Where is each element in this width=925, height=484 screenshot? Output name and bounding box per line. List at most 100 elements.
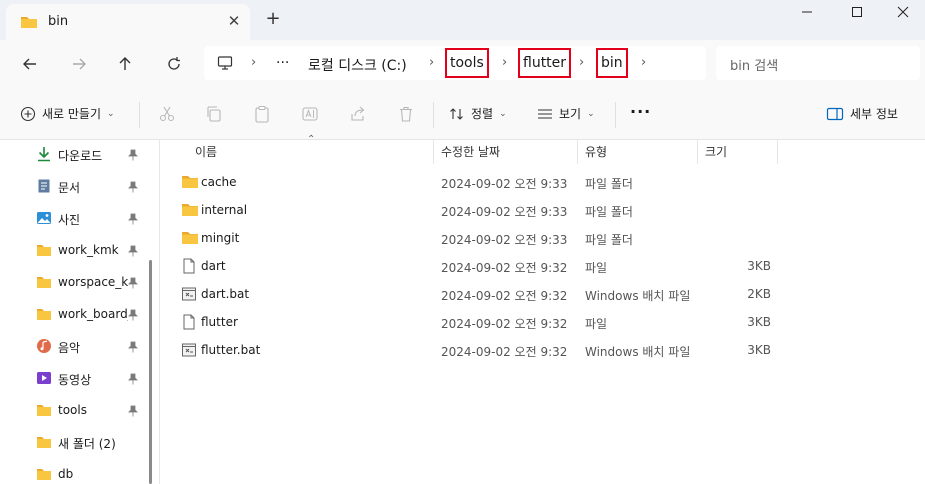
- file-name: flutter: [201, 315, 238, 329]
- breadcrumb-overflow[interactable]: ···: [276, 55, 289, 71]
- table-row[interactable]: mingit 2024-09-02 오전 9:33 파일 폴더: [161, 224, 925, 252]
- new-tab-button[interactable]: +: [262, 8, 284, 30]
- folder-icon: [37, 405, 51, 416]
- table-row[interactable]: flutter 2024-09-02 오전 9:32 파일 3KB: [161, 308, 925, 336]
- arrow-left-icon: [23, 58, 36, 70]
- file-type: 파일: [585, 261, 608, 275]
- column-header-size[interactable]: 크기: [705, 143, 727, 160]
- pin-icon[interactable]: [128, 213, 138, 225]
- column-divider[interactable]: [697, 140, 698, 164]
- breadcrumb-separator[interactable]: ›: [502, 55, 507, 70]
- more-options-button[interactable]: ···: [630, 102, 651, 121]
- tab-close-icon[interactable]: ✕: [224, 11, 244, 31]
- minimize-button[interactable]: [784, 0, 830, 24]
- pin-icon[interactable]: [128, 341, 138, 353]
- share-button[interactable]: [347, 103, 369, 125]
- sidebar-item-tools[interactable]: tools: [0, 396, 148, 424]
- folder-icon: [21, 17, 37, 28]
- chevron-down-icon: ⌄: [107, 108, 115, 119]
- file-type: 파일: [585, 317, 608, 331]
- breadcrumb-bin[interactable]: bin: [596, 48, 628, 78]
- table-row[interactable]: dart.bat 2024-09-02 오전 9:32 Windows 배치 파…: [161, 280, 925, 308]
- table-row[interactable]: dart 2024-09-02 오전 9:32 파일 3KB: [161, 252, 925, 280]
- paste-button[interactable]: [251, 103, 273, 125]
- breadcrumb-local-disk[interactable]: 로컬 디스크 (C:): [308, 55, 407, 75]
- breadcrumb-flutter[interactable]: flutter: [518, 48, 572, 78]
- music-icon: [37, 339, 51, 353]
- forward-button[interactable]: [67, 52, 91, 76]
- clipboard-icon: [255, 105, 269, 123]
- tab-bin[interactable]: bin ✕: [6, 4, 250, 40]
- column-divider[interactable]: [433, 140, 434, 164]
- pin-icon[interactable]: [128, 149, 138, 161]
- up-button[interactable]: [113, 52, 137, 76]
- cut-button[interactable]: [156, 103, 178, 125]
- breadcrumb-separator[interactable]: ›: [429, 55, 434, 70]
- column-divider[interactable]: [577, 140, 578, 164]
- sidebar-item-videos[interactable]: 동영상: [0, 364, 148, 392]
- sidebar-item-work-kmk[interactable]: work_kmk: [0, 236, 148, 264]
- breadcrumb-tools[interactable]: tools: [445, 48, 489, 78]
- pin-icon[interactable]: [128, 309, 138, 321]
- back-button[interactable]: [18, 52, 42, 76]
- rename-icon: [302, 107, 318, 121]
- pin-icon[interactable]: [128, 277, 138, 289]
- pin-icon[interactable]: [128, 373, 138, 385]
- file-modified: 2024-09-02 오전 9:33: [441, 205, 568, 219]
- sidebar-item-db[interactable]: db: [0, 460, 148, 484]
- file-icon: [183, 314, 195, 330]
- maximize-button[interactable]: [834, 0, 880, 24]
- close-window-button[interactable]: [880, 0, 925, 24]
- new-button[interactable]: 새로 만들기 ⌄: [20, 105, 115, 122]
- search-input[interactable]: bin 검색: [716, 46, 920, 80]
- sort-ascending-icon: ⌃: [307, 134, 316, 145]
- batch-file-icon: [182, 287, 196, 301]
- sidebar-item-work-board[interactable]: work_board_: [0, 300, 148, 328]
- share-icon: [351, 106, 365, 121]
- sidebar-item-new-folder-2[interactable]: 새 폴더 (2): [0, 428, 148, 456]
- rename-button[interactable]: [299, 103, 321, 125]
- file-type: Windows 배치 파일: [585, 289, 691, 303]
- column-header-type[interactable]: 유형: [585, 143, 607, 160]
- pin-icon[interactable]: [128, 405, 138, 417]
- title-bar: bin ✕ +: [0, 0, 925, 40]
- sidebar-item-pictures[interactable]: 사진: [0, 204, 148, 232]
- trash-icon: [400, 106, 412, 122]
- copy-button[interactable]: [203, 103, 225, 125]
- table-row[interactable]: internal 2024-09-02 오전 9:33 파일 폴더: [161, 196, 925, 224]
- computer-icon: [217, 56, 233, 70]
- breadcrumb-separator[interactable]: ›: [579, 55, 584, 70]
- file-name: dart: [201, 259, 226, 273]
- close-icon: [897, 6, 909, 18]
- column-header-name[interactable]: 이름: [195, 143, 217, 160]
- view-button[interactable]: 보기 ⌄: [537, 105, 595, 122]
- pictures-icon: [37, 212, 51, 224]
- file-size: 3KB: [747, 343, 771, 357]
- sidebar-item-documents[interactable]: 문서: [0, 172, 148, 200]
- breadcrumb-separator[interactable]: ›: [641, 55, 646, 70]
- address-row: › ··· 로컬 디스크 (C:) › tools › flutter › bi…: [0, 40, 925, 88]
- sidebar-item-worspace-km[interactable]: worspace_km: [0, 268, 148, 296]
- folder-icon: [37, 309, 51, 320]
- sort-button[interactable]: 정렬 ⌄: [449, 105, 507, 122]
- sidebar-item-downloads[interactable]: 다운로드: [0, 140, 148, 168]
- column-header-modified[interactable]: 수정한 날짜: [441, 143, 500, 160]
- folder-icon: [182, 176, 198, 188]
- folder-icon: [182, 232, 198, 244]
- sidebar-item-music[interactable]: 음악: [0, 332, 148, 360]
- pin-icon[interactable]: [128, 245, 138, 257]
- sidebar-scrollbar[interactable]: [149, 260, 152, 484]
- file-list: ⌃ 이름 수정한 날짜 유형 크기 cache 2024-09-02 오전 9:…: [161, 134, 925, 484]
- address-bar[interactable]: › ··· 로컬 디스크 (C:) › tools › flutter › bi…: [204, 46, 706, 80]
- details-pane-icon: [826, 107, 844, 120]
- table-row[interactable]: cache 2024-09-02 오전 9:33 파일 폴더: [161, 168, 925, 196]
- refresh-button[interactable]: [162, 52, 186, 76]
- table-row[interactable]: flutter.bat 2024-09-02 오전 9:32 Windows 배…: [161, 336, 925, 364]
- breadcrumb-separator[interactable]: ›: [251, 55, 256, 70]
- details-pane-button[interactable]: 세부 정보: [826, 105, 898, 122]
- column-divider[interactable]: [777, 140, 778, 164]
- delete-button[interactable]: [395, 103, 417, 125]
- pin-icon[interactable]: [128, 181, 138, 193]
- file-modified: 2024-09-02 오전 9:32: [441, 317, 568, 331]
- sidebar-item-label: worspace_km: [58, 275, 128, 289]
